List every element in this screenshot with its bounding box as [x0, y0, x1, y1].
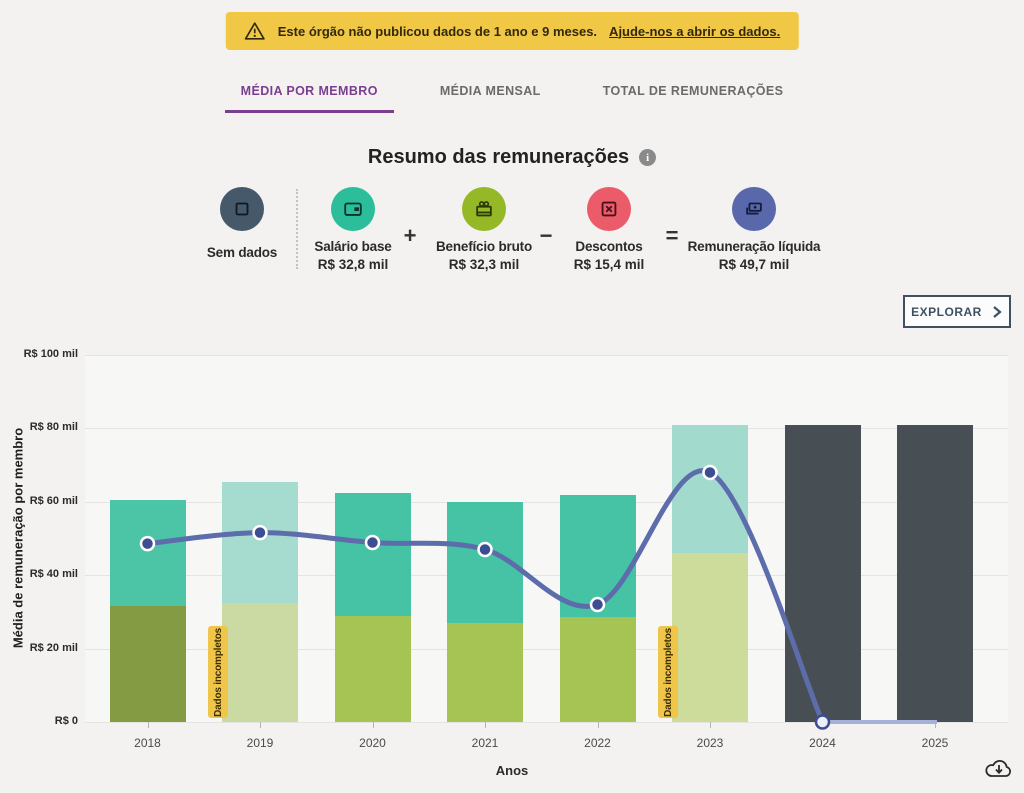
summary-equation: Sem dados Salário base R$ 32,8 mil +	[0, 187, 1024, 282]
warning-banner: Este órgão não publicou dados de 1 ano e…	[226, 12, 799, 50]
y-tick-label: R$ 60 mil	[0, 495, 78, 507]
line-marker-2024[interactable]	[816, 716, 829, 729]
legend-value: R$ 49,7 mil	[683, 257, 825, 272]
legend-value: R$ 32,3 mil	[424, 257, 544, 272]
x-axis-label-2018: 2018	[108, 736, 188, 750]
gift-circle	[462, 187, 506, 231]
chevron-right-icon	[991, 306, 1003, 318]
y-tick-label: R$ 100 mil	[0, 348, 78, 360]
open-data-link[interactable]: Ajude-nos a abrir os dados.	[609, 24, 780, 39]
bar-benefit-2019[interactable]	[222, 482, 298, 602]
bar-benefit-2020[interactable]	[335, 493, 411, 615]
page-title: Resumo das remunerações	[368, 146, 629, 169]
legend-label: Salário base	[298, 239, 408, 254]
incomplete-data-tag-2023: Dados incompletos	[658, 626, 678, 718]
tab-total-remuneracoes[interactable]: TOTAL DE REMUNERAÇÕES	[587, 80, 800, 113]
line-marker-2022[interactable]	[591, 598, 604, 611]
bar-benefit-2018[interactable]	[110, 500, 186, 606]
view-tabs: MÉDIA POR MEMBRO MÉDIA MENSAL TOTAL DE R…	[0, 80, 1024, 113]
download-chart-icon[interactable]	[984, 756, 1014, 782]
x-tick	[485, 722, 486, 728]
remuneration-chart: Média de remuneração por membro Anos R$ …	[0, 340, 1024, 793]
bar-benefit-2023[interactable]	[672, 425, 748, 553]
x-tick	[598, 722, 599, 728]
legend-sem-dados: Sem dados	[192, 187, 292, 260]
legend-value: R$ 15,4 mil	[559, 257, 659, 272]
remunerations-dashboard: Este órgão não publicou dados de 1 ano e…	[0, 0, 1024, 793]
y-tick-label: R$ 80 mil	[0, 421, 78, 433]
x-square-icon	[598, 198, 620, 220]
y-tick-label: R$ 40 mil	[0, 568, 78, 580]
legend-label: Descontos	[559, 239, 659, 254]
y-tick-label: R$ 0	[0, 715, 78, 727]
bar-no-data-2024[interactable]	[785, 425, 861, 722]
bar-no-data-2025[interactable]	[897, 425, 973, 722]
x-tick	[260, 722, 261, 728]
y-tick-label: R$ 20 mil	[0, 642, 78, 654]
legend-descontos: Descontos R$ 15,4 mil	[559, 187, 659, 272]
explore-button-label: EXPLORAR	[911, 305, 982, 319]
x-axis-label-2022: 2022	[558, 736, 638, 750]
discount-circle	[587, 187, 631, 231]
x-axis-label-2021: 2021	[445, 736, 525, 750]
x-axis-label-2023: 2023	[670, 736, 750, 750]
warning-triangle-icon	[244, 20, 266, 42]
y-axis-title: Média de remuneração por membro	[11, 428, 26, 648]
line-marker-2023[interactable]	[704, 466, 717, 479]
plus-operator: +	[400, 223, 420, 249]
bar-base-2022[interactable]	[560, 617, 636, 722]
explore-button[interactable]: EXPLORAR	[903, 295, 1011, 328]
legend-label: Remuneração líquida	[683, 239, 825, 254]
line-marker-2021[interactable]	[479, 543, 492, 556]
banner-text: Este órgão não publicou dados de 1 ano e…	[278, 24, 597, 39]
gift-icon	[473, 198, 495, 220]
wallet-icon	[342, 198, 364, 220]
tab-media-por-membro[interactable]: MÉDIA POR MEMBRO	[225, 80, 394, 113]
line-marker-2020[interactable]	[366, 536, 379, 549]
legend-label: Benefício bruto	[424, 239, 544, 254]
incomplete-data-tag-label: Dados incompletos	[213, 628, 224, 717]
legend-remuneracao-liquida: Remuneração líquida R$ 49,7 mil	[683, 187, 825, 272]
line-marker-2018[interactable]	[141, 537, 154, 550]
legend-label: Sem dados	[192, 245, 292, 260]
legend-salario-base: Salário base R$ 32,8 mil	[298, 187, 408, 272]
square-outline-icon	[231, 198, 253, 220]
incomplete-data-tag-2019: Dados incompletos	[208, 626, 228, 718]
bar-benefit-2021[interactable]	[447, 502, 523, 623]
minus-operator: −	[536, 223, 556, 249]
wallet-circle	[331, 187, 375, 231]
x-tick	[373, 722, 374, 728]
incomplete-data-tag-label: Dados incompletos	[663, 628, 674, 717]
legend-beneficio-bruto: Benefício bruto R$ 32,3 mil	[424, 187, 544, 272]
tab-media-mensal[interactable]: MÉDIA MENSAL	[424, 80, 557, 113]
line-marker-2019[interactable]	[254, 526, 267, 539]
summary-header: Resumo das remunerações i	[0, 146, 1024, 169]
bar-base-2021[interactable]	[447, 623, 523, 722]
bar-base-2023[interactable]	[672, 553, 748, 722]
bar-base-2019[interactable]	[222, 603, 298, 722]
x-axis-title: Anos	[0, 763, 1024, 778]
x-axis-label-2019: 2019	[220, 736, 300, 750]
info-icon[interactable]: i	[639, 149, 656, 166]
equals-operator: =	[662, 223, 682, 249]
gridline	[85, 428, 1008, 429]
x-axis-label-2025: 2025	[895, 736, 975, 750]
no-data-circle	[220, 187, 264, 231]
legend-value: R$ 32,8 mil	[298, 257, 408, 272]
x-axis-label-2024: 2024	[783, 736, 863, 750]
x-tick	[148, 722, 149, 728]
x-axis-label-2020: 2020	[333, 736, 413, 750]
x-tick	[935, 722, 936, 728]
gridline	[85, 722, 1008, 723]
bar-base-2018[interactable]	[110, 606, 186, 722]
money-circle	[732, 187, 776, 231]
banknotes-icon	[743, 198, 765, 220]
bar-base-2020[interactable]	[335, 616, 411, 722]
x-tick	[710, 722, 711, 728]
gridline	[85, 355, 1008, 356]
